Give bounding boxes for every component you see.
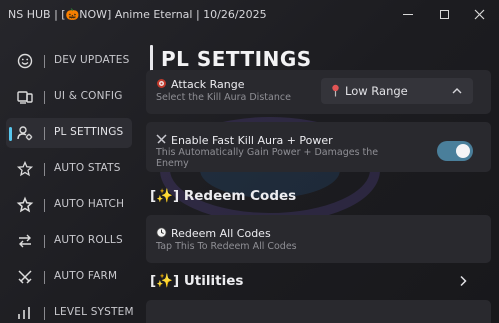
sidebar-item-label: AUTO FARM xyxy=(54,270,118,282)
attack-range-title: Attack Range xyxy=(171,78,245,91)
nav-separator xyxy=(44,199,45,212)
attack-range-subtitle: Select the Kill Aura Distance xyxy=(156,92,291,103)
attack-range-dropdown[interactable]: Low Range xyxy=(321,78,473,104)
swap-arrows-icon xyxy=(16,232,34,250)
nav-separator xyxy=(44,127,45,140)
close-button[interactable] xyxy=(464,4,494,24)
redeem-all-title: Redeem All Codes xyxy=(171,227,271,240)
target-icon xyxy=(157,79,166,88)
sidebar-item-auto-farm[interactable]: AUTO FARM xyxy=(6,262,132,292)
minimize-button[interactable] xyxy=(393,4,423,24)
section-redeem-codes: [✨] Redeem Codes xyxy=(150,188,297,204)
sidebar-item-auto-rolls[interactable]: AUTO ROLLS xyxy=(6,226,132,256)
redeem-all-title-row: Redeem All Codes xyxy=(156,227,271,240)
redeem-all-card[interactable]: Redeem All Codes Tap This To Redeem All … xyxy=(146,215,491,263)
nav-separator xyxy=(44,235,45,248)
star-icon xyxy=(16,196,34,214)
close-icon xyxy=(474,9,484,19)
fast-kill-title-row: Enable Fast Kill Aura + Power xyxy=(156,134,333,147)
star-outline-icon xyxy=(16,160,34,178)
crossed-swords-icon xyxy=(156,134,167,144)
sidebar: DEV UPDATES UI & CONFIG PL SETTINGS AUTO… xyxy=(0,42,140,323)
sidebar-item-label: PL SETTINGS xyxy=(54,126,124,138)
content-panel: PL SETTINGS Attack Range Select the Kill… xyxy=(140,42,499,323)
user-gear-icon xyxy=(16,124,34,142)
section-utilities: [✨] Utilities xyxy=(150,273,244,289)
attack-range-title-row: Attack Range xyxy=(156,78,244,91)
nav-separator xyxy=(44,271,45,284)
sidebar-item-label: AUTO HATCH xyxy=(54,198,125,210)
fast-kill-toggle[interactable] xyxy=(437,141,473,161)
devices-icon xyxy=(16,88,34,106)
sidebar-item-level-system[interactable]: LEVEL SYSTEM xyxy=(6,298,134,323)
clock-icon xyxy=(156,227,167,238)
nav-separator xyxy=(44,163,45,176)
sidebar-item-pl-settings[interactable]: PL SETTINGS xyxy=(6,118,132,148)
sidebar-item-auto-stats[interactable]: AUTO STATS xyxy=(6,154,132,184)
redeem-all-subtitle: Tap This To Redeem All Codes xyxy=(156,241,297,252)
nav-separator xyxy=(44,55,45,68)
dropdown-value: Low Range xyxy=(345,84,408,98)
title-bar: NS HUB | [🎃NOW] Anime Eternal | 10/26/20… xyxy=(0,0,499,29)
smiley-icon xyxy=(16,52,34,70)
utilities-card xyxy=(146,300,491,323)
sidebar-item-label: AUTO ROLLS xyxy=(54,234,123,246)
sidebar-item-ui-config[interactable]: UI & CONFIG xyxy=(6,82,132,112)
app-window: NS HUB | [🎃NOW] Anime Eternal | 10/26/20… xyxy=(0,0,499,323)
nav-separator xyxy=(44,91,45,104)
header-bar xyxy=(150,45,153,73)
fast-kill-subtitle: This Automatically Gain Power + Damages … xyxy=(156,147,379,169)
fast-kill-title: Enable Fast Kill Aura + Power xyxy=(171,134,333,147)
maximize-icon xyxy=(439,9,449,19)
sidebar-item-label: DEV UPDATES xyxy=(54,54,130,66)
pin-icon xyxy=(332,84,339,97)
sidebar-item-dev-updates[interactable]: DEV UPDATES xyxy=(6,46,132,76)
sidebar-item-label: UI & CONFIG xyxy=(54,90,123,102)
active-indicator xyxy=(9,127,12,141)
level-icon xyxy=(16,304,34,322)
chevron-right-icon xyxy=(460,275,467,287)
sidebar-item-label: LEVEL SYSTEM xyxy=(54,306,134,318)
nav-separator xyxy=(44,307,45,320)
chevron-up-icon xyxy=(452,88,462,94)
minimize-icon xyxy=(403,13,413,15)
maximize-button[interactable] xyxy=(429,4,459,24)
toggle-knob xyxy=(456,144,470,158)
crossed-swords-icon xyxy=(16,268,34,286)
sidebar-item-label: AUTO STATS xyxy=(54,162,121,174)
sidebar-item-auto-hatch[interactable]: AUTO HATCH xyxy=(6,190,132,220)
window-title: NS HUB | [🎃NOW] Anime Eternal | 10/26/20… xyxy=(8,8,267,21)
page-title: PL SETTINGS xyxy=(161,47,312,71)
